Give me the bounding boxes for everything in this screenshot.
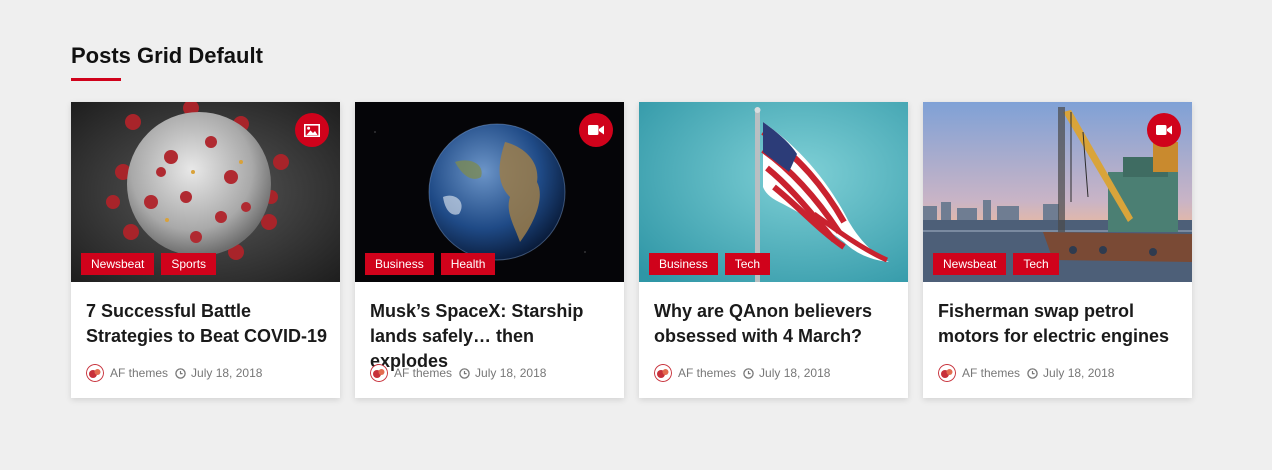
clock-icon — [459, 367, 470, 379]
author-name[interactable]: AF themes — [678, 366, 736, 380]
category-tag[interactable]: Newsbeat — [933, 253, 1007, 275]
post-thumbnail[interactable]: Business Health — [355, 102, 624, 282]
category-list: Newsbeat Tech — [933, 253, 1059, 275]
video-icon — [588, 125, 604, 135]
format-badge — [1147, 113, 1181, 147]
post-date: July 18, 2018 — [475, 366, 547, 380]
post-title[interactable]: Fisherman swap petrol motors for electri… — [938, 299, 1180, 349]
post-date: July 18, 2018 — [759, 366, 831, 380]
clock-icon — [1027, 367, 1038, 379]
author-avatar[interactable] — [654, 364, 672, 382]
category-tag[interactable]: Tech — [724, 253, 771, 275]
category-tag[interactable]: Business — [649, 253, 718, 275]
post-title[interactable]: Why are QAnon believers obsessed with 4 … — [654, 299, 896, 349]
author-name[interactable]: AF themes — [110, 366, 168, 380]
category-tag[interactable]: Tech — [1013, 253, 1059, 275]
post-meta: AF themes July 18, 2018 — [370, 364, 546, 382]
post-date: July 18, 2018 — [1043, 366, 1115, 380]
clock-icon — [175, 367, 186, 379]
clock-icon — [743, 367, 754, 379]
post-meta: AF themes July 18, 2018 — [86, 364, 262, 382]
post-meta: AF themes July 18, 2018 — [938, 364, 1114, 382]
format-badge — [579, 113, 613, 147]
author-name[interactable]: AF themes — [394, 366, 452, 380]
post-thumbnail[interactable]: Newsbeat Sports — [71, 102, 340, 282]
post-card[interactable]: Business Tech Why are QAnon believers ob… — [639, 102, 908, 398]
post-card[interactable]: Newsbeat Sports 7 Successful Battle Stra… — [71, 102, 340, 398]
post-card[interactable]: Business Health Musk’s SpaceX: Starship … — [355, 102, 624, 398]
post-thumbnail[interactable]: Newsbeat Tech — [923, 102, 1192, 282]
category-tag[interactable]: Business — [365, 253, 434, 275]
title-underline — [71, 78, 121, 81]
category-tag[interactable]: Health — [440, 253, 496, 275]
post-thumbnail[interactable]: Business Tech — [639, 102, 908, 282]
author-avatar[interactable] — [370, 364, 388, 382]
post-date: July 18, 2018 — [191, 366, 263, 380]
format-badge — [295, 113, 329, 147]
post-title[interactable]: Musk’s SpaceX: Starship lands safely… th… — [370, 299, 612, 374]
category-list: Business Health — [365, 253, 496, 275]
section-title: Posts Grid Default — [71, 43, 263, 68]
post-meta: AF themes July 18, 2018 — [654, 364, 830, 382]
author-avatar[interactable] — [86, 364, 104, 382]
author-name[interactable]: AF themes — [962, 366, 1020, 380]
category-tag[interactable]: Sports — [161, 253, 217, 275]
image-icon — [304, 123, 320, 137]
category-tag[interactable]: Newsbeat — [81, 253, 155, 275]
post-card[interactable]: Newsbeat Tech Fisherman swap petrol moto… — [923, 102, 1192, 398]
category-list: Newsbeat Sports — [81, 253, 217, 275]
posts-grid: Newsbeat Sports 7 Successful Battle Stra… — [71, 102, 1192, 398]
post-title[interactable]: 7 Successful Battle Strategies to Beat C… — [86, 299, 328, 349]
author-avatar[interactable] — [938, 364, 956, 382]
video-icon — [1156, 125, 1172, 135]
category-list: Business Tech — [649, 253, 771, 275]
